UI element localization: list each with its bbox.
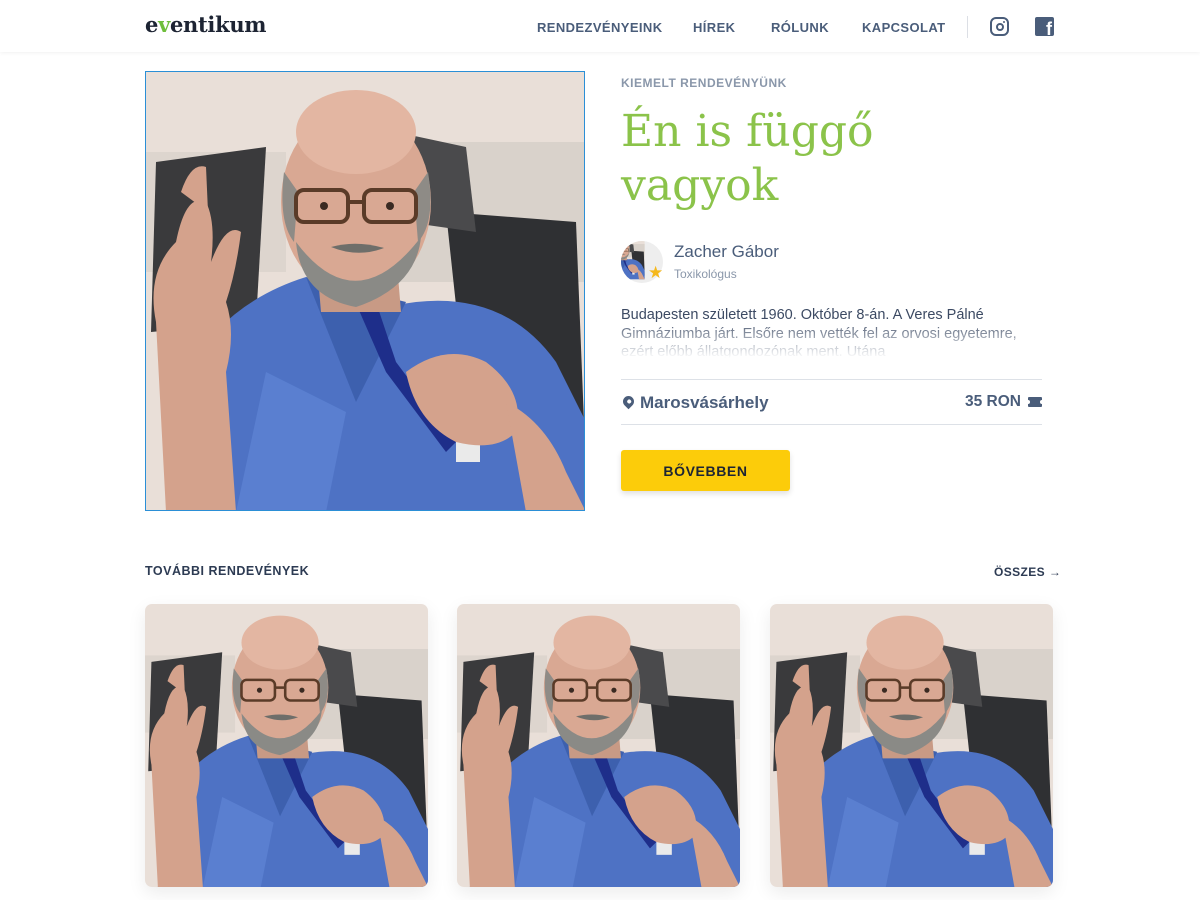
divider-top xyxy=(621,379,1042,380)
speaker-role: Toxikológus xyxy=(674,267,737,281)
featured-event-image[interactable] xyxy=(145,71,585,511)
nav-item-rendezvenyeink[interactable]: RENDEZVÉNYEINK xyxy=(537,20,663,35)
all-events-link[interactable]: ÖSSZES → xyxy=(994,565,1061,579)
logo-text-v: v xyxy=(158,12,170,37)
event-location: Marosvásárhely xyxy=(640,393,769,412)
more-info-button[interactable]: BŐVEBBEN xyxy=(621,450,790,491)
featured-title-line2: vagyok xyxy=(621,160,779,211)
more-events-title: TOVÁBBI RENDEVÉNYEK xyxy=(145,564,310,578)
logo-text-prefix: e xyxy=(145,12,159,37)
featured-title-line1: Én is függő xyxy=(621,106,874,157)
top-navbar: eventikum RENDEZVÉNYEINK HÍREK RÓLUNK KA… xyxy=(0,0,1200,52)
divider-bottom xyxy=(621,424,1042,425)
featured-description: Budapesten született 1960. Október 8-án.… xyxy=(621,306,1041,358)
star-icon: ★ xyxy=(648,263,664,282)
event-card[interactable] xyxy=(457,604,740,887)
event-card[interactable] xyxy=(770,604,1053,887)
instagram-icon[interactable] xyxy=(990,17,1009,36)
nav-divider xyxy=(967,16,968,38)
facebook-icon[interactable]: f xyxy=(1035,17,1054,36)
speaker-name[interactable]: Zacher Gábor xyxy=(674,242,779,262)
nav-item-hirek[interactable]: HÍREK xyxy=(693,20,735,35)
location-pin-icon xyxy=(620,393,637,410)
nav-item-kapcsolat[interactable]: KAPCSOLAT xyxy=(862,20,946,35)
event-card[interactable] xyxy=(145,604,428,887)
featured-title[interactable]: Én is függő vagyok xyxy=(621,105,1021,213)
logo[interactable]: eventikum xyxy=(145,12,267,37)
event-price: 35 RON xyxy=(965,393,1021,410)
ticket-icon xyxy=(1026,397,1044,407)
nav-item-rolunk[interactable]: RÓLUNK xyxy=(771,20,829,35)
logo-text-suffix: entikum xyxy=(169,12,267,37)
featured-eyebrow: KIEMELT RENDEVÉNYÜNK xyxy=(621,76,787,90)
